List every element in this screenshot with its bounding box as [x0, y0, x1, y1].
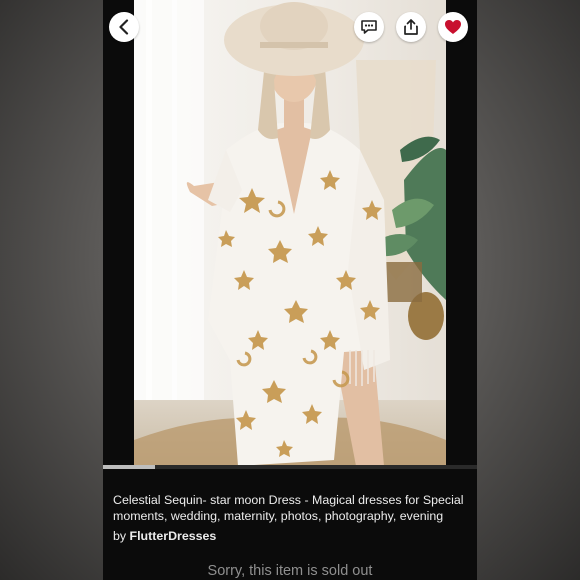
sold-out-banner: Sorry, this item is sold out	[207, 563, 373, 579]
share-upload-icon	[403, 18, 419, 36]
message-seller-button[interactable]	[354, 12, 384, 42]
seller-prefix: by	[113, 529, 130, 543]
back-button[interactable]	[109, 12, 139, 42]
seller-name-link[interactable]: FlutterDresses	[130, 529, 217, 543]
product-photo-illustration	[134, 0, 446, 468]
screenshot-frame: Celestial Sequin- star moon Dress - Magi…	[0, 0, 580, 580]
gallery-progress-fill	[103, 465, 156, 469]
chat-dots-icon	[360, 19, 378, 35]
gallery-progress-bar	[103, 465, 477, 469]
seller-line: by FlutterDresses	[113, 528, 216, 544]
favorite-button[interactable]	[438, 12, 468, 42]
heart-icon	[444, 19, 462, 35]
share-button[interactable]	[396, 12, 426, 42]
chevron-left-icon	[117, 19, 131, 35]
product-photo[interactable]	[134, 0, 446, 468]
listing-screen: Celestial Sequin- star moon Dress - Magi…	[103, 0, 477, 580]
listing-title: Celestial Sequin- star moon Dress - Magi…	[113, 493, 464, 523]
